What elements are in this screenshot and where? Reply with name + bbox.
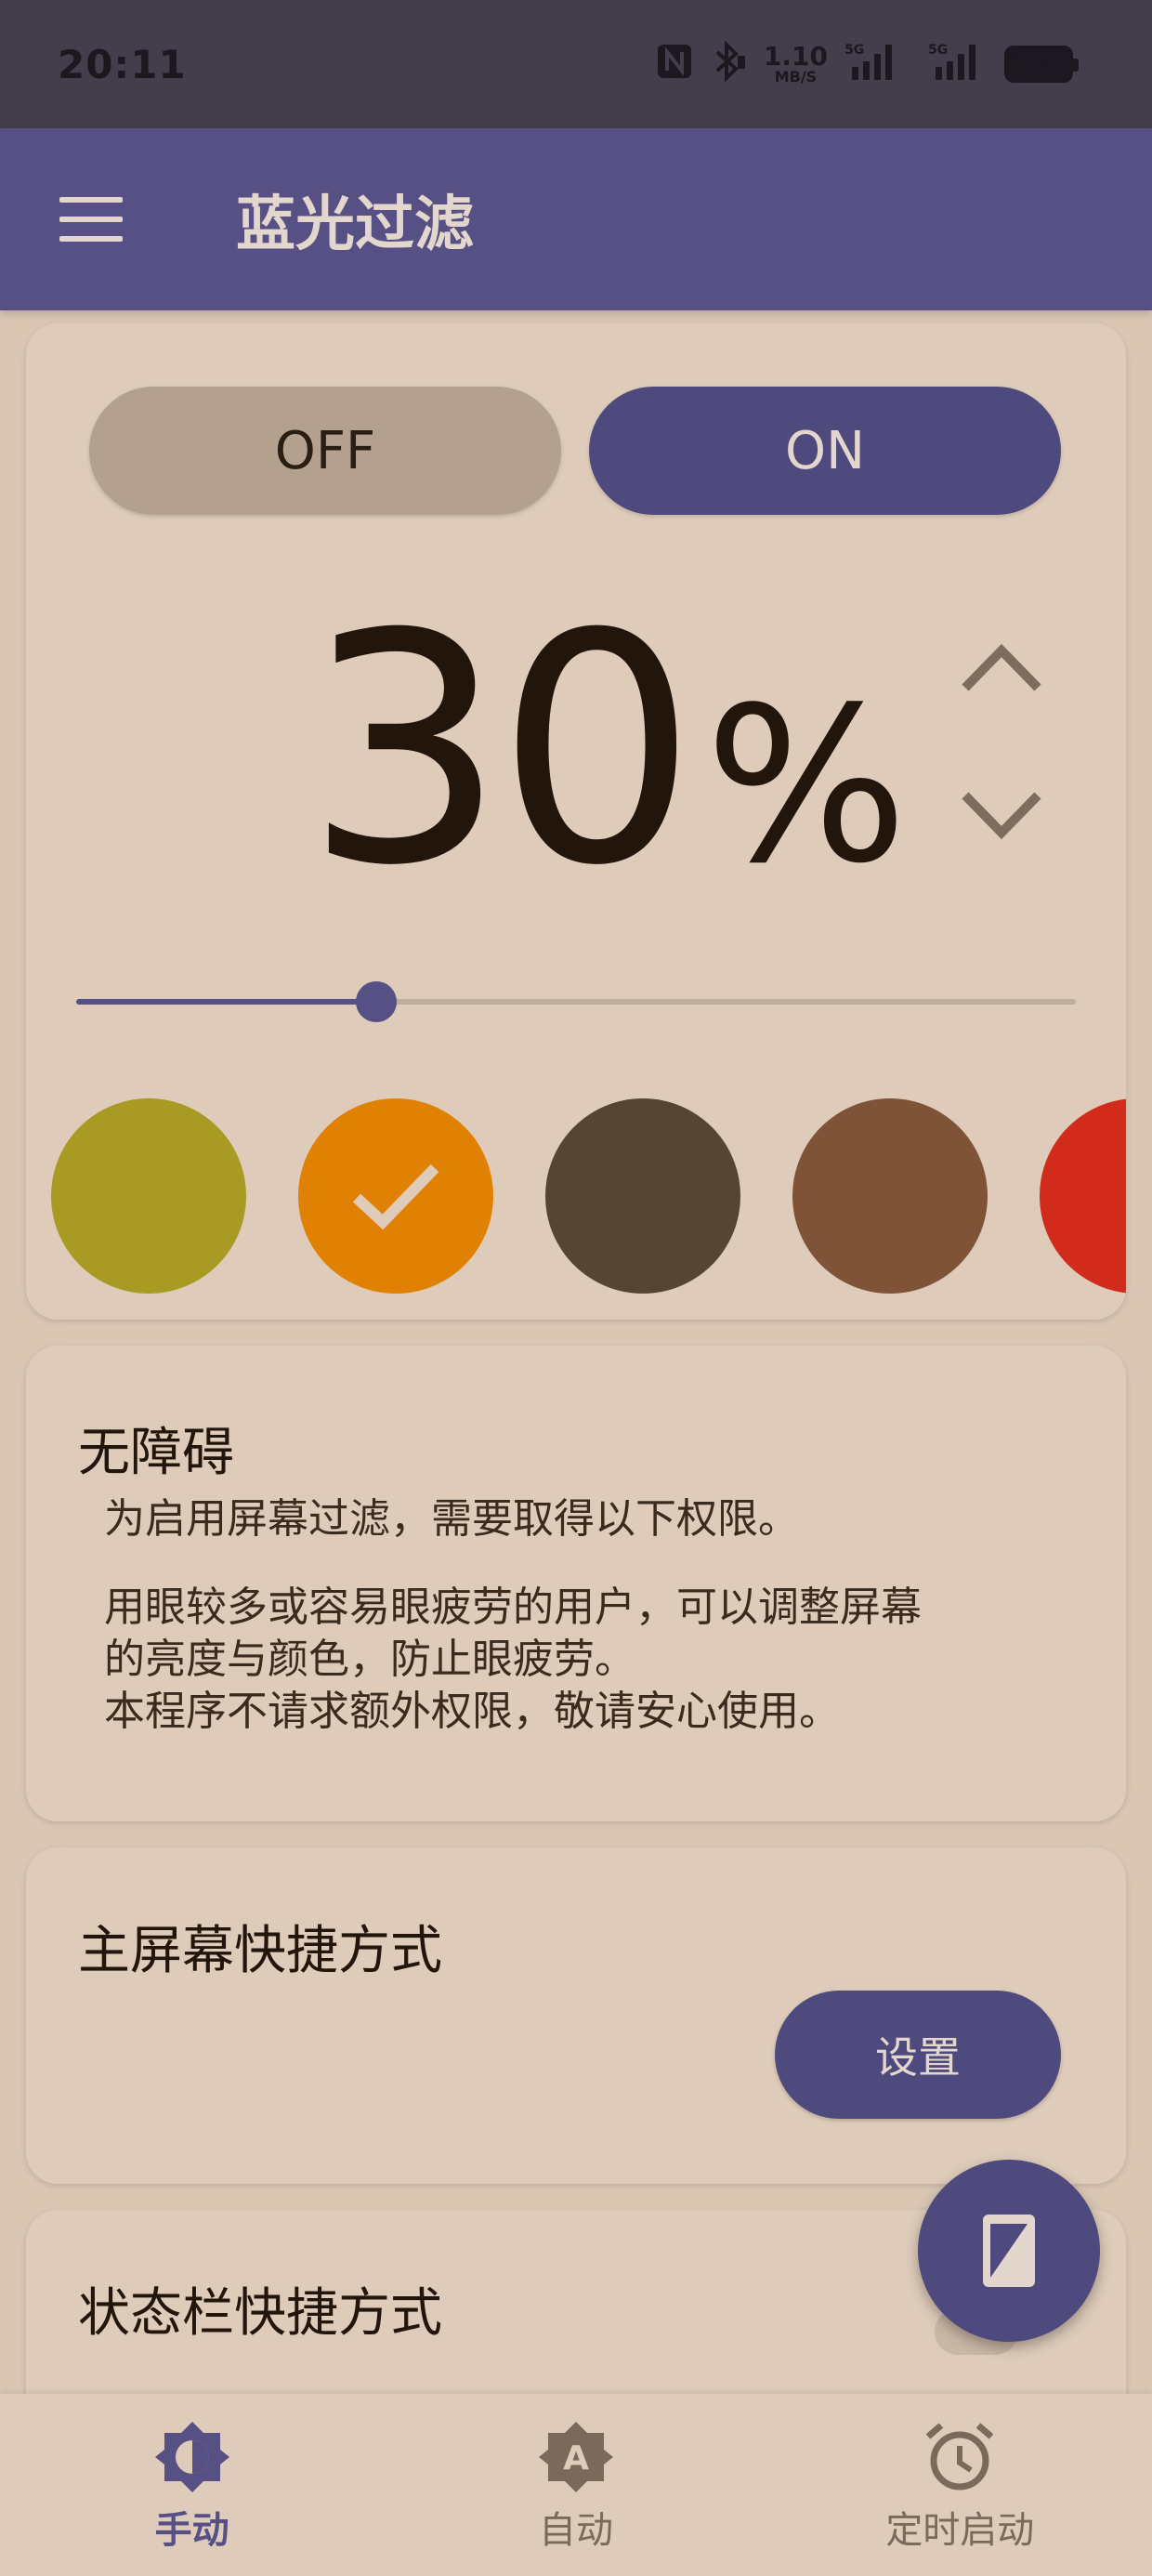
decrease-button[interactable] bbox=[955, 779, 1048, 853]
app-title: 蓝光过滤 bbox=[236, 191, 474, 259]
swatch-orange[interactable] bbox=[298, 1098, 493, 1294]
intensity-readout: 30 % bbox=[305, 593, 908, 909]
power-toggle-group: OFF ON bbox=[89, 387, 1061, 515]
accessibility-line: 的亮度与颜色，防止眼疲劳。 bbox=[104, 1636, 635, 1683]
nav-manual[interactable]: 手动 bbox=[0, 2394, 384, 2576]
svg-text:A: A bbox=[563, 2439, 589, 2477]
accessibility-permission-text: 为启用屏幕过滤，需要取得以下权限。 bbox=[104, 1495, 799, 1543]
battery-icon: 100 bbox=[1004, 46, 1079, 83]
home-shortcut-set-button[interactable]: 设置 bbox=[775, 1991, 1061, 2119]
brightness-half-icon bbox=[154, 2422, 229, 2492]
accessibility-line: 本程序不请求额外权限，敬请安心使用。 bbox=[104, 1688, 840, 1735]
accessibility-card[interactable]: 无障碍 为启用屏幕过滤，需要取得以下权限。 用眼较多或容易眼疲劳的用户，可以调整… bbox=[26, 1346, 1126, 1821]
color-swatches bbox=[51, 1098, 1126, 1295]
slider-fill bbox=[76, 999, 376, 1005]
statusbar-shortcut-title: 状态栏快捷方式 bbox=[78, 2283, 442, 2344]
slider-thumb[interactable] bbox=[355, 981, 397, 1022]
phone-screen-icon bbox=[983, 2215, 1035, 2287]
intensity-slider[interactable] bbox=[76, 974, 1076, 1030]
swatch-olive[interactable] bbox=[51, 1098, 246, 1294]
accessibility-line: 用眼较多或容易眼疲劳的用户，可以调整屏幕 bbox=[104, 1584, 922, 1631]
speed-unit: MB/S bbox=[774, 68, 818, 85]
check-icon bbox=[352, 1163, 439, 1230]
on-button[interactable]: ON bbox=[589, 387, 1061, 515]
off-button[interactable]: OFF bbox=[89, 387, 561, 515]
accessibility-title: 无障碍 bbox=[78, 1423, 234, 1483]
intensity-value: 30 bbox=[305, 567, 698, 935]
filter-card: OFF ON 30 % bbox=[26, 323, 1126, 1320]
chevron-up-icon bbox=[962, 643, 1041, 691]
signal-icon-1: 5G bbox=[844, 41, 902, 87]
nav-schedule-label: 定时启动 bbox=[885, 2509, 1035, 2552]
speed-value: 1.10 bbox=[763, 41, 828, 72]
nav-manual-label: 手动 bbox=[154, 2509, 229, 2552]
auto-brightness-icon: A bbox=[538, 2422, 613, 2492]
percent-sign: % bbox=[704, 663, 909, 911]
menu-icon[interactable] bbox=[59, 197, 123, 242]
status-time: 20:11 bbox=[58, 41, 187, 87]
swatch-red[interactable] bbox=[1040, 1098, 1126, 1294]
nfc-icon bbox=[656, 43, 693, 85]
signal-icon-2: 5G bbox=[919, 41, 988, 87]
signal2-label: 5G bbox=[928, 43, 948, 58]
signal1-label: 5G bbox=[844, 43, 864, 58]
alarm-clock-icon bbox=[926, 2423, 994, 2491]
screen-filter-fab[interactable] bbox=[918, 2160, 1100, 2342]
accessibility-description: 用眼较多或容易眼疲劳的用户，可以调整屏幕 的亮度与颜色，防止眼疲劳。 本程序不请… bbox=[104, 1582, 1080, 1738]
nav-auto[interactable]: A 自动 bbox=[384, 2394, 767, 2576]
bluetooth-icon bbox=[710, 40, 747, 87]
chevron-down-icon bbox=[962, 792, 1041, 840]
home-shortcut-title: 主屏幕快捷方式 bbox=[78, 1921, 442, 1981]
swatch-brown[interactable] bbox=[792, 1098, 988, 1294]
status-bar: 20:11 1.10 MB/S 5G 5G 100 bbox=[0, 0, 1152, 128]
bottom-navigation: 手动 A 自动 定时启动 bbox=[0, 2394, 1152, 2576]
increase-button[interactable] bbox=[955, 630, 1048, 704]
nav-schedule[interactable]: 定时启动 bbox=[768, 2394, 1152, 2576]
swatch-dark-brown[interactable] bbox=[545, 1098, 740, 1294]
app-bar: 蓝光过滤 bbox=[0, 128, 1152, 310]
network-speed: 1.10 MB/S bbox=[764, 44, 828, 85]
home-shortcut-card: 主屏幕快捷方式 设置 bbox=[26, 1847, 1126, 2184]
nav-auto-label: 自动 bbox=[538, 2509, 613, 2552]
status-icons: 1.10 MB/S 5G 5G 100 bbox=[656, 40, 1079, 87]
